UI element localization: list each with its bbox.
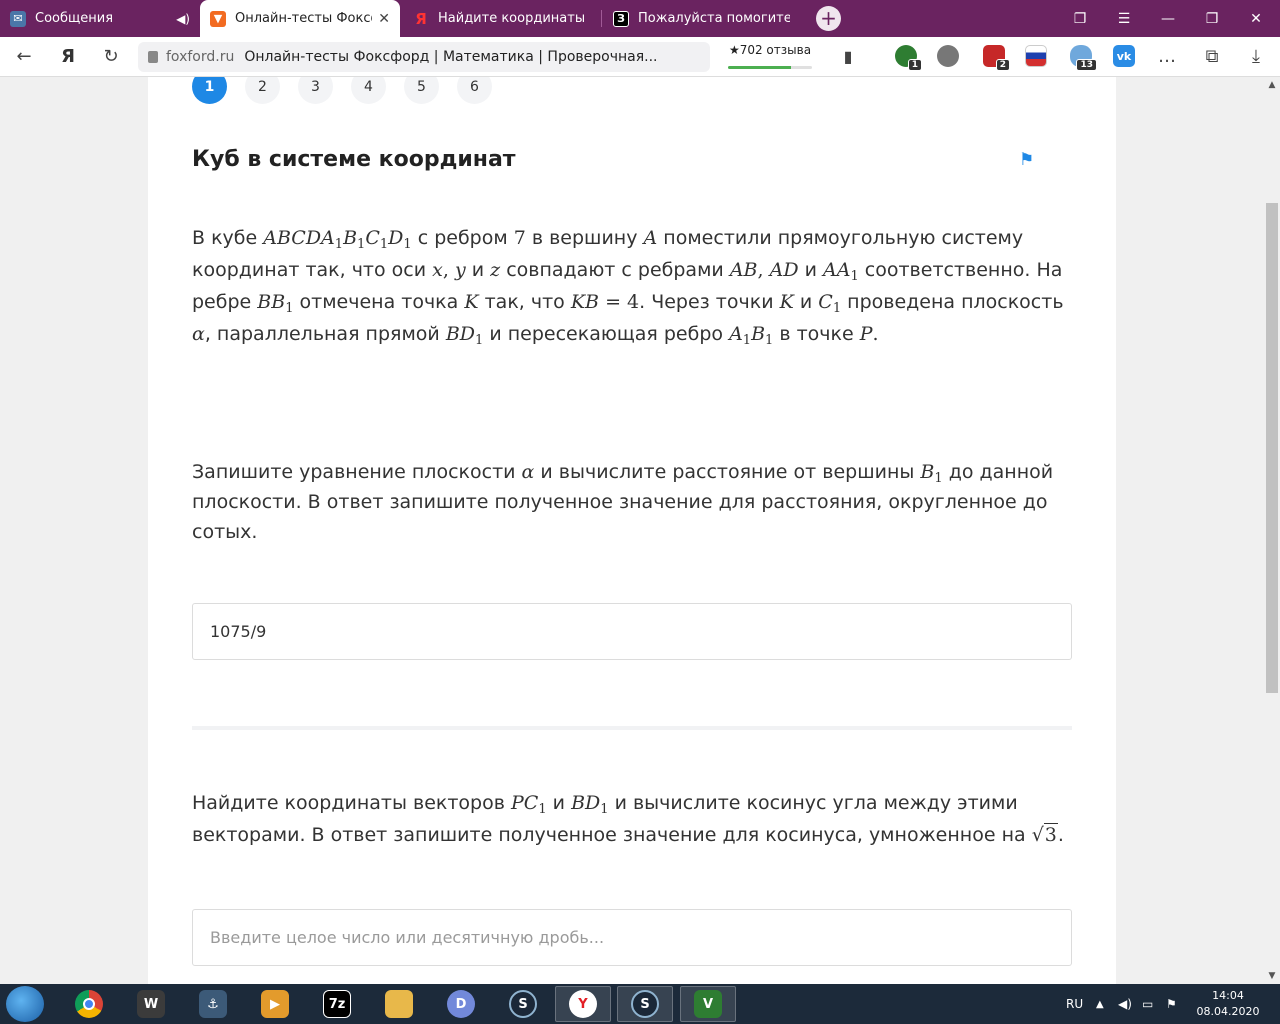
yandex-icon: Я [415, 9, 427, 28]
lock-icon [148, 51, 158, 63]
fox-icon: ▼ [210, 10, 226, 27]
close-icon[interactable]: ✕ [378, 11, 390, 27]
downloads-icon[interactable]: ⤓ [1244, 45, 1268, 69]
question-1-text: Запишите уравнение плоскости α и вычисли… [192, 461, 1054, 543]
shield-ext-icon[interactable]: 1 [895, 45, 922, 71]
file-explorer-icon[interactable] [371, 986, 427, 1022]
chrome-icon[interactable] [61, 986, 117, 1022]
url-page-title: Онлайн-тесты Фоксфорд | Математика | Про… [244, 49, 658, 65]
flag-ru-icon[interactable] [1025, 45, 1047, 67]
discord-icon[interactable]: D [433, 986, 489, 1022]
tab-messages[interactable]: ✉ Сообщения ◀︎) [0, 0, 200, 37]
scroll-thumb[interactable] [1266, 203, 1278, 693]
page-viewport: 1 2 3 4 5 6 Куб в системе координат ⚑ В … [0, 77, 1264, 984]
tab-title: Онлайн-тесты Фоксфорд [235, 11, 372, 26]
gta-icon[interactable]: V [680, 986, 736, 1022]
question-2-text: Найдите координаты векторов PC1 и BD1 и … [192, 792, 1064, 846]
circle-ext-icon[interactable] [937, 45, 959, 67]
step-1[interactable]: 1 [192, 77, 227, 104]
section-divider [192, 726, 1072, 730]
clock[interactable]: 14:04 08.04.2020 [1196, 988, 1260, 1020]
answer-1-input[interactable] [192, 603, 1072, 660]
translate-icon[interactable]: ⧉ [1200, 45, 1224, 69]
chat-icon: ✉ [10, 10, 26, 27]
world-of-tanks-icon[interactable]: W [123, 986, 179, 1022]
tab-separator [601, 10, 602, 27]
url-domain: foxford.ru [166, 49, 235, 65]
answer-2-input[interactable] [192, 909, 1072, 966]
windows-taskbar: W ⚓ ▶ 7z D S Y S V RU ▲ ◀) ▭ ⚑ 14:04 08.… [0, 984, 1280, 1024]
reviews-label: ★702 отзыва [728, 43, 812, 57]
steam-open-icon[interactable]: S [617, 986, 673, 1022]
more-icon[interactable]: … [1155, 45, 1179, 69]
tab-title: Сообщения [35, 11, 114, 26]
vk-ext-icon[interactable]: vk [1113, 45, 1135, 67]
audio-icon[interactable]: ◀︎) [176, 12, 190, 26]
browser-tab-strip: ✉ Сообщения ◀︎) ▼ Онлайн-тесты Фоксфорд … [0, 0, 1280, 37]
step-6[interactable]: 6 [457, 77, 492, 104]
task-title: Куб в системе координат [192, 147, 516, 172]
step-5[interactable]: 5 [404, 77, 439, 104]
world-of-warships-icon[interactable]: ⚓ [185, 986, 241, 1022]
question-steps: 1 2 3 4 5 6 [192, 77, 510, 104]
step-2[interactable]: 2 [245, 77, 280, 104]
language-indicator[interactable]: RU [1066, 984, 1083, 1024]
reviews-badge[interactable]: ★702 отзыва [728, 43, 812, 69]
back-icon[interactable]: ← [12, 45, 36, 69]
tab-znanija[interactable]: З Пожалуйста помогите ре [603, 0, 800, 37]
steam-icon[interactable]: S [495, 986, 551, 1022]
url-field[interactable]: foxford.ru Онлайн-тесты Фоксфорд | Матем… [138, 42, 710, 72]
address-bar: ← Я ↻ foxford.ru Онлайн-тесты Фоксфорд |… [0, 37, 1280, 77]
tab-foxford[interactable]: ▼ Онлайн-тесты Фоксфорд ✕ [200, 0, 400, 37]
scroll-up-icon[interactable]: ▲ [1264, 77, 1280, 93]
tab-title: Пожалуйста помогите ре [638, 11, 790, 26]
window-close-icon[interactable]: ✕ [1234, 0, 1278, 37]
tab-yandex-search[interactable]: Я Найдите координаты вект [403, 0, 600, 37]
rating-bar [728, 66, 812, 69]
tab-title: Найдите координаты вект [438, 11, 590, 26]
network-icon[interactable]: ▭ [1142, 984, 1153, 1024]
clock-time: 14:04 [1212, 989, 1244, 1002]
bookmark-icon[interactable]: ▮ [836, 45, 860, 69]
menu-icon[interactable]: ☰ [1102, 0, 1146, 37]
clock-date: 08.04.2020 [1196, 1005, 1260, 1018]
new-tab-button[interactable]: + [816, 6, 841, 31]
yandex-browser-icon[interactable]: Y [555, 986, 611, 1022]
red-ext-icon[interactable]: 2 [983, 45, 1010, 71]
problem-statement: В кубе ABCDA1B1C1D1 с ребром 7 в вершину… [192, 227, 1064, 348]
media-player-icon[interactable]: ▶ [247, 986, 303, 1022]
test-card: 1 2 3 4 5 6 Куб в системе координат ⚑ В … [148, 77, 1116, 984]
cloud-ext-icon[interactable]: 13 [1070, 45, 1097, 71]
znanija-icon: З [613, 10, 629, 27]
volume-icon[interactable]: ◀) [1118, 984, 1132, 1024]
yandex-home-icon[interactable]: Я [56, 45, 80, 69]
start-button[interactable] [6, 986, 44, 1022]
page-scrollbar[interactable]: ▲ ▼ [1264, 77, 1280, 984]
report-flag-icon[interactable]: ⚑ [1019, 150, 1039, 170]
tray-expand-icon[interactable]: ▲ [1096, 984, 1104, 1024]
restore-icon[interactable]: ❐ [1190, 0, 1234, 37]
7zip-icon[interactable]: 7z [309, 986, 365, 1022]
minimize-icon[interactable]: — [1146, 0, 1190, 37]
reload-icon[interactable]: ↻ [99, 45, 123, 69]
step-4[interactable]: 4 [351, 77, 386, 104]
action-center-icon[interactable]: ⚑ [1166, 984, 1177, 1024]
scroll-down-icon[interactable]: ▼ [1264, 968, 1280, 984]
step-3[interactable]: 3 [298, 77, 333, 104]
tabs-menu-icon[interactable]: ❐ [1058, 0, 1102, 37]
